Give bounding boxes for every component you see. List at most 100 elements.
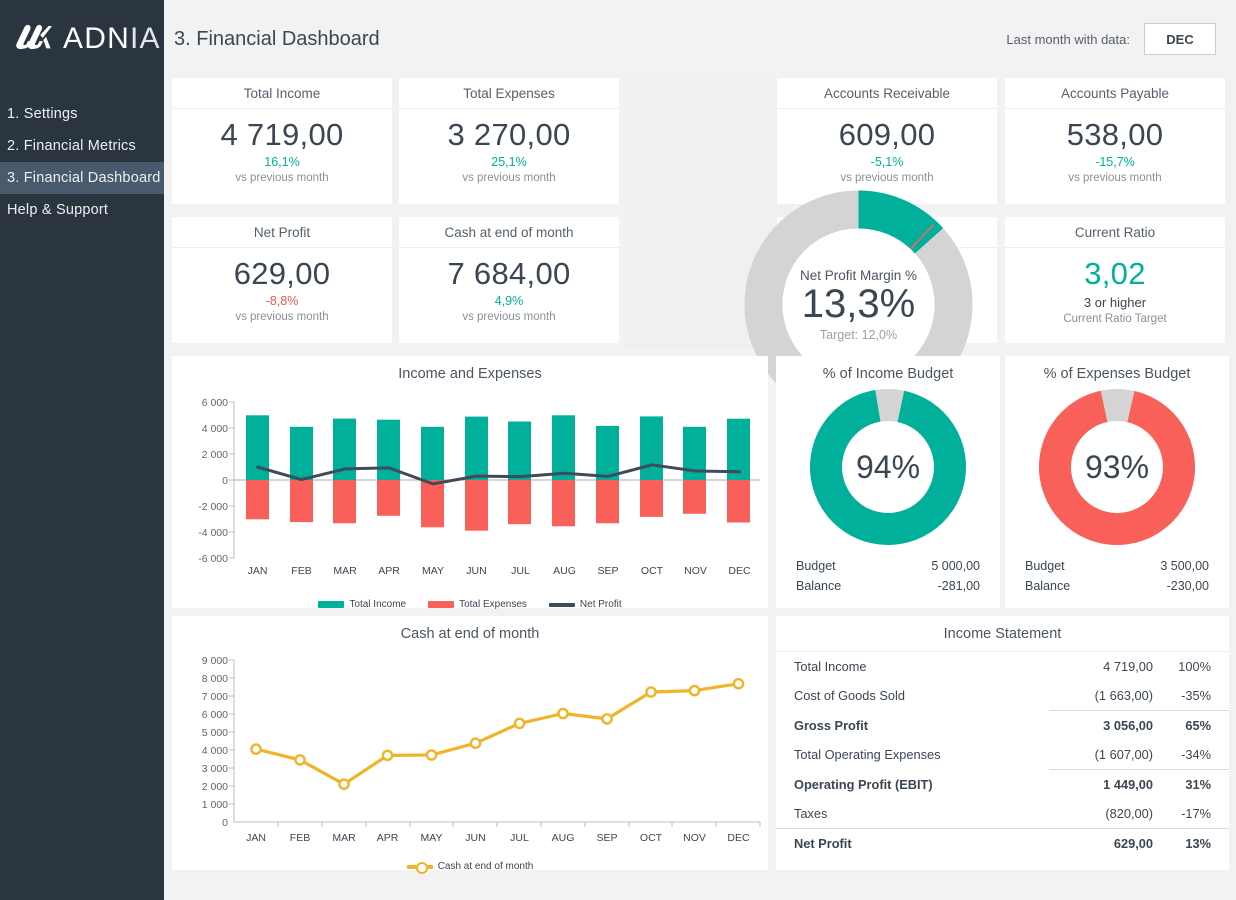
balance-row: Balance -281,00 — [796, 576, 980, 596]
kpi-title: Accounts Receivable — [777, 78, 997, 109]
kpi-delta: -8,8% — [172, 294, 392, 308]
svg-text:6 000: 6 000 — [202, 397, 228, 409]
kpi-sub: vs previous month — [172, 311, 392, 323]
svg-text:APR: APR — [377, 832, 399, 844]
kpi-value: 7 684,00 — [399, 257, 619, 292]
svg-text:-6 000: -6 000 — [198, 553, 228, 565]
gauge-value: 13,3% — [802, 281, 915, 327]
sidebar-item-settings[interactable]: 1. Settings — [0, 98, 164, 130]
sidebar-item-help-support[interactable]: Help & Support — [0, 194, 164, 226]
svg-text:OCT: OCT — [641, 565, 664, 577]
kpi-sub: vs previous month — [399, 311, 619, 323]
row-pct: -34% — [1167, 740, 1229, 770]
svg-text:NOV: NOV — [683, 832, 706, 844]
chart-zone: Income and Expenses 6 000 4 000 2 000 0 … — [172, 356, 1228, 608]
kpi-title: Cash at end of month — [399, 217, 619, 248]
svg-text:6 000: 6 000 — [202, 709, 228, 721]
cash-chart-legend: Cash at end of month — [172, 861, 768, 872]
legend-item-total-income[interactable]: Total Income — [318, 599, 406, 610]
row-pct: -17% — [1167, 799, 1229, 829]
legend-label: Total Expenses — [459, 599, 527, 610]
expenses-budget-title: % of Expenses Budget — [1005, 356, 1229, 382]
row-value: 1 449,00 — [1049, 770, 1167, 800]
row-value: (1 607,00) — [1049, 740, 1167, 770]
legend-item-total-expenses[interactable]: Total Expenses — [428, 599, 527, 610]
legend-label: Total Income — [349, 599, 406, 610]
income-budget-center: 94% — [776, 388, 1000, 546]
table-row: Cost of Goods Sold (1 663,00) -35% — [776, 681, 1229, 711]
legend-label: Net Profit — [580, 599, 622, 610]
sidebar-item-label: 2. Financial Metrics — [7, 138, 136, 154]
table-row: Total Income 4 719,00 100% — [776, 652, 1229, 681]
table-row: Taxes (820,00) -17% — [776, 799, 1229, 829]
kpi-card-net-profit[interactable]: Net Profit 629,00 -8,8% vs previous mont… — [172, 217, 392, 343]
gauge-target: Target: 12,0% — [820, 328, 897, 342]
kpi-body: 4 719,00 16,1% vs previous month — [172, 109, 392, 184]
last-month-label: Last month with data: — [1006, 32, 1130, 47]
row-label: Total Income — [776, 652, 1049, 681]
kpi-sub: Current Ratio Target — [1005, 313, 1225, 325]
svg-text:0: 0 — [222, 475, 228, 487]
balance-row: Balance -230,00 — [1025, 576, 1209, 596]
kpi-title: Accounts Payable — [1005, 78, 1225, 109]
row-label: Net Profit — [776, 829, 1049, 859]
income-budget-rows: Budget 5 000,00 Balance -281,00 — [776, 546, 1000, 596]
kpi-value: 629,00 — [172, 257, 392, 292]
svg-text:AUG: AUG — [552, 832, 575, 844]
sidebar-item-financial-metrics[interactable]: 2. Financial Metrics — [0, 130, 164, 162]
kpi-body: 3 270,00 25,1% vs previous month — [399, 109, 619, 184]
balance-row-value: -230,00 — [1167, 579, 1209, 593]
svg-text:9 000: 9 000 — [202, 655, 228, 667]
legend-item-net-profit[interactable]: Net Profit — [549, 599, 622, 610]
main-area: 3. Financial Dashboard Last month with d… — [164, 0, 1236, 900]
row-pct: 100% — [1167, 652, 1229, 681]
kpi-value: 538,00 — [1005, 118, 1225, 153]
kpi-value: 3,02 — [1005, 257, 1225, 292]
row-value: 4 719,00 — [1049, 652, 1167, 681]
kpi-title: Total Income — [172, 78, 392, 109]
cash-chart-panel: Cash at end of month 9 000 8 000 7 000 6… — [172, 616, 768, 870]
svg-text:MAR: MAR — [332, 832, 356, 844]
svg-text:FEB: FEB — [290, 832, 310, 844]
kpi-sub: vs previous month — [1005, 172, 1225, 184]
kpi-card-total-income[interactable]: Total Income 4 719,00 16,1% vs previous … — [172, 78, 392, 204]
svg-text:FEB: FEB — [291, 565, 311, 577]
legend-swatch-icon — [549, 603, 575, 607]
legend-item-cash-at-end-of-month[interactable]: Cash at end of month — [407, 861, 534, 872]
income-statement-table: Total Income 4 719,00 100% Cost of Goods… — [776, 652, 1229, 858]
sidebar-item-label: 3. Financial Dashboard — [7, 170, 161, 186]
sidebar-item-financial-dashboard[interactable]: 3. Financial Dashboard — [0, 162, 164, 194]
table-row: Gross Profit 3 056,00 65% — [776, 711, 1229, 741]
row-pct: 31% — [1167, 770, 1229, 800]
kpi-card-cash-at-end-of-month[interactable]: Cash at end of month 7 684,00 4,9% vs pr… — [399, 217, 619, 343]
row-label: Operating Profit (EBIT) — [776, 770, 1049, 800]
svg-text:NOV: NOV — [684, 565, 707, 577]
svg-text:DEC: DEC — [728, 565, 751, 577]
last-month-selector[interactable]: DEC — [1144, 23, 1216, 55]
budget-row-value: 3 500,00 — [1160, 559, 1209, 573]
svg-text:SEP: SEP — [597, 565, 618, 577]
svg-text:MAY: MAY — [422, 565, 444, 577]
kpi-delta: 16,1% — [172, 155, 392, 169]
kpi-sub: vs previous month — [172, 172, 392, 184]
svg-text:4 000: 4 000 — [202, 423, 228, 435]
kpi-card-current-ratio[interactable]: Current Ratio 3,02 3 or higher Current R… — [1005, 217, 1225, 343]
income-expenses-legend: Total Income Total Expenses Net Profit — [172, 599, 768, 610]
svg-text:JUL: JUL — [511, 565, 530, 577]
brand-logo: ADNIA — [0, 0, 164, 78]
kpi-card-total-expenses[interactable]: Total Expenses 3 270,00 25,1% vs previou… — [399, 78, 619, 204]
svg-text:5 000: 5 000 — [202, 727, 228, 739]
legend-swatch-icon — [318, 601, 344, 608]
kpi-body: 7 684,00 4,9% vs previous month — [399, 248, 619, 323]
svg-text:MAY: MAY — [421, 832, 443, 844]
svg-text:2 000: 2 000 — [202, 449, 228, 461]
svg-text:JAN: JAN — [248, 565, 268, 577]
kpi-card-accounts-payable[interactable]: Accounts Payable 538,00 -15,7% vs previo… — [1005, 78, 1225, 204]
kpi-body: 629,00 -8,8% vs previous month — [172, 248, 392, 323]
bottom-zone: Cash at end of month 9 000 8 000 7 000 6… — [172, 616, 1228, 878]
kpi-delta: -15,7% — [1005, 155, 1225, 169]
row-pct: 13% — [1167, 829, 1229, 859]
kpi-delta: -5,1% — [777, 155, 997, 169]
kpi-card-accounts-receivable[interactable]: Accounts Receivable 609,00 -5,1% vs prev… — [777, 78, 997, 204]
svg-text:AUG: AUG — [553, 565, 576, 577]
